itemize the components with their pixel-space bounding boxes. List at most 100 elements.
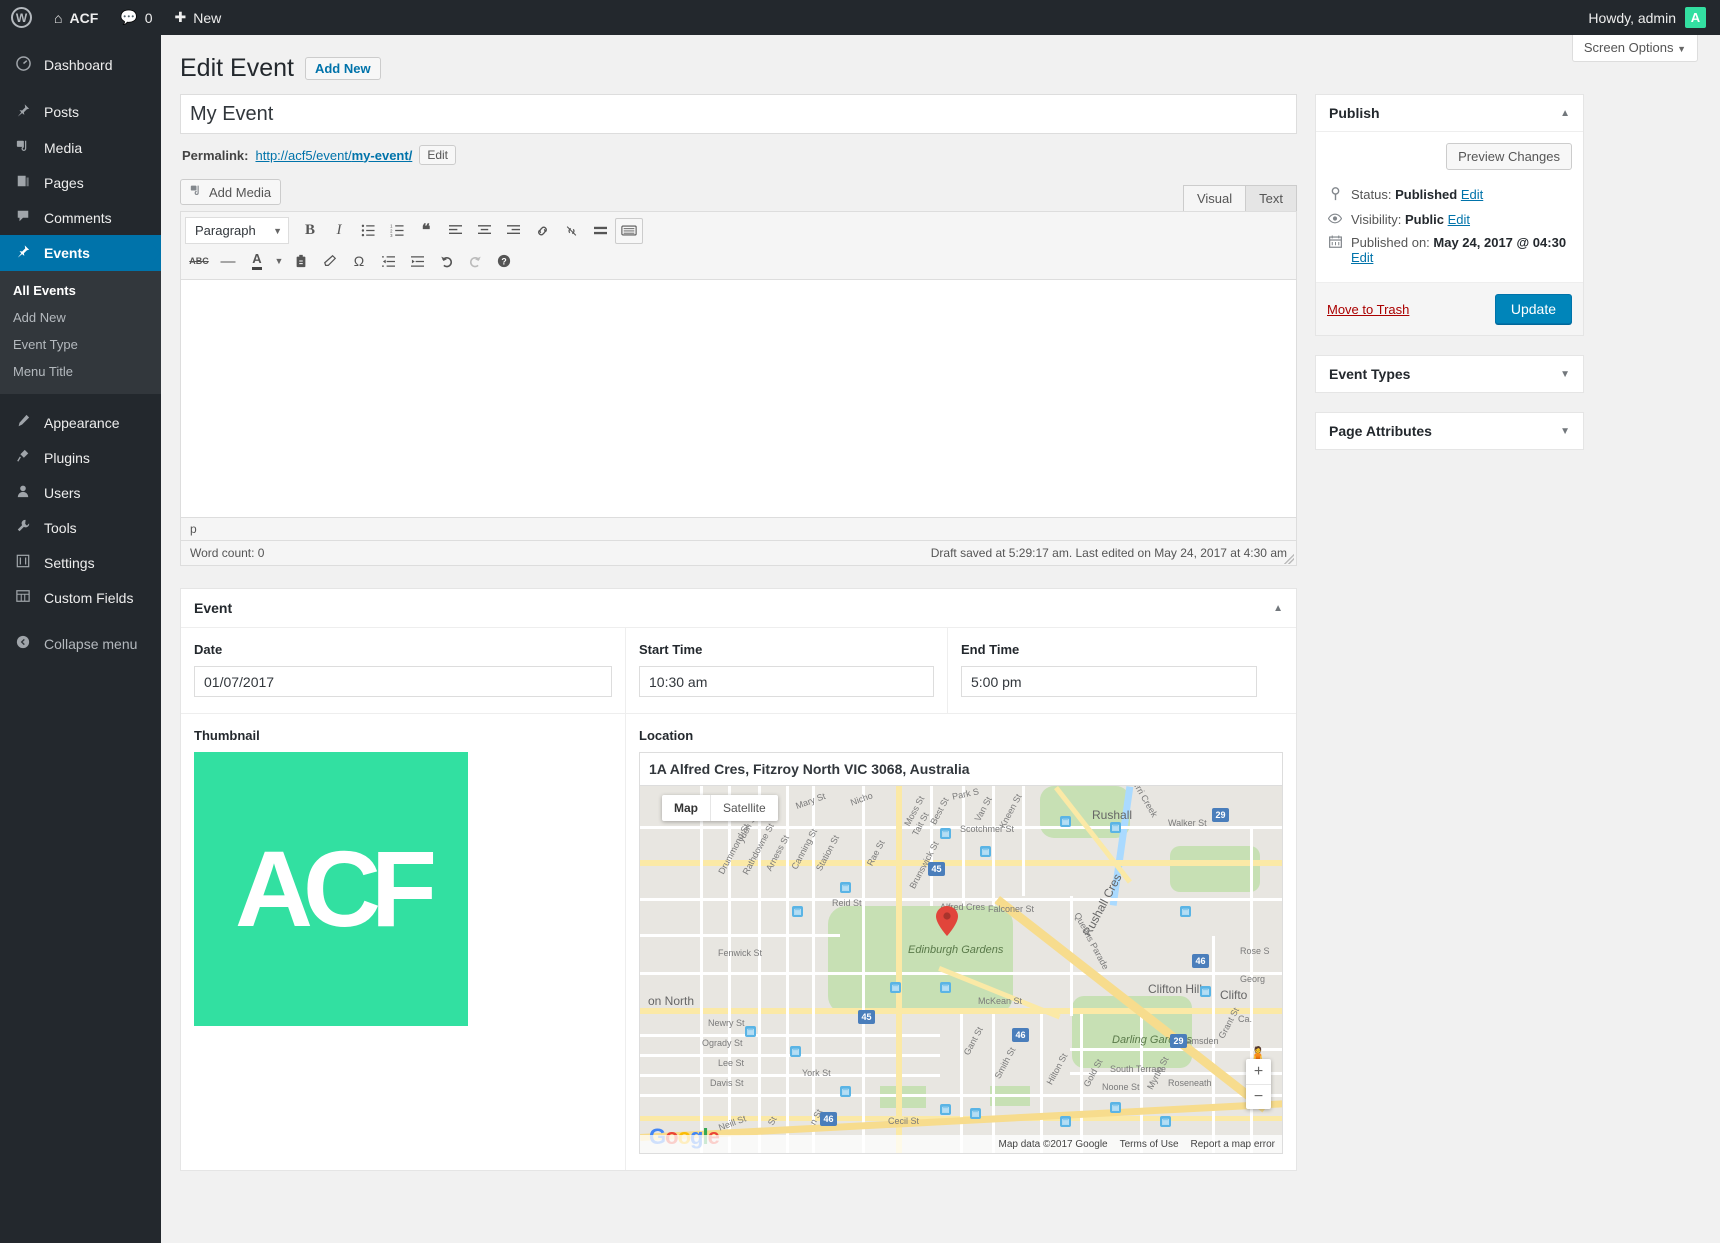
transit-station-icon: ▤: [1110, 822, 1121, 833]
tab-text[interactable]: Text: [1245, 185, 1297, 211]
event-metabox-header[interactable]: Event ▲: [181, 589, 1296, 628]
sidebar-item-custom-fields[interactable]: Custom Fields: [0, 580, 161, 615]
text-color-icon[interactable]: A: [243, 248, 271, 274]
status-edit-link[interactable]: Edit: [1461, 187, 1483, 202]
add-media-button[interactable]: Add Media: [180, 179, 281, 205]
help-icon[interactable]: ?: [490, 248, 518, 274]
indent-icon[interactable]: [403, 248, 431, 274]
italic-icon[interactable]: I: [325, 218, 353, 244]
editor-content-area[interactable]: [181, 280, 1296, 517]
map-type-control[interactable]: Map Satellite: [662, 795, 778, 821]
unlink-icon[interactable]: [557, 218, 585, 244]
strikethrough-icon[interactable]: ABC: [185, 248, 213, 274]
horizontal-rule-icon[interactable]: —: [214, 248, 242, 274]
update-button[interactable]: Update: [1495, 294, 1572, 324]
post-title-input[interactable]: [180, 94, 1297, 134]
new-content-menu[interactable]: ✚ New: [163, 0, 232, 35]
event-fields-row-2: Thumbnail ACF Location: [181, 714, 1296, 1170]
transit-station-icon: ▤: [1060, 1116, 1071, 1127]
read-more-icon[interactable]: [586, 218, 614, 244]
sidebar-item-pages[interactable]: Pages: [0, 165, 161, 200]
move-to-trash-link[interactable]: Move to Trash: [1327, 302, 1409, 317]
bulleted-list-icon[interactable]: [354, 218, 382, 244]
map-pin-icon[interactable]: [936, 906, 958, 936]
visibility-edit-link[interactable]: Edit: [1448, 212, 1470, 227]
comments-menu[interactable]: 💬 0: [109, 0, 163, 35]
sidebar-item-menu-title[interactable]: Menu Title: [0, 358, 161, 385]
special-character-icon[interactable]: Ω: [345, 248, 373, 274]
bold-icon[interactable]: B: [296, 218, 324, 244]
align-right-icon[interactable]: [499, 218, 527, 244]
comment-icon: 💬: [120, 9, 137, 26]
sidebar-item-plugins[interactable]: Plugins: [0, 440, 161, 475]
redo-icon[interactable]: [461, 248, 489, 274]
page-attributes-header[interactable]: Page Attributes ▼: [1316, 413, 1583, 449]
sidebar-item-tools[interactable]: Tools: [0, 510, 161, 545]
highway-shield: 29: [1212, 808, 1229, 822]
start-time-input[interactable]: [639, 666, 934, 697]
toolbar-toggle-icon[interactable]: [615, 218, 643, 244]
chevron-down-icon[interactable]: ▼: [272, 248, 286, 274]
publish-box-header[interactable]: Publish ▲: [1316, 95, 1583, 132]
sidebar-item-settings[interactable]: Settings: [0, 545, 161, 580]
date-input[interactable]: [194, 666, 612, 697]
undo-icon[interactable]: [432, 248, 460, 274]
chevron-up-icon[interactable]: ▲: [1273, 603, 1283, 614]
sidebar-item-dashboard[interactable]: Dashboard: [0, 47, 161, 83]
sidebar-item-comments[interactable]: Comments: [0, 200, 161, 235]
blockquote-icon[interactable]: ❝: [412, 218, 440, 244]
sidebar-item-media[interactable]: Media: [0, 130, 161, 165]
tab-visual[interactable]: Visual: [1183, 185, 1246, 211]
end-time-input[interactable]: [961, 666, 1257, 697]
wordpress-icon: [11, 7, 32, 28]
account-menu[interactable]: Howdy, admin A: [1588, 7, 1720, 28]
sidebar-item-add-new[interactable]: Add New: [0, 304, 161, 331]
svg-text:3: 3: [390, 233, 393, 237]
published-edit-link[interactable]: Edit: [1351, 250, 1373, 265]
collapse-menu-button[interactable]: Collapse menu: [0, 626, 161, 661]
chevron-down-icon[interactable]: ▼: [1560, 369, 1570, 380]
paste-as-text-icon[interactable]: [287, 248, 315, 274]
sidebar-item-events[interactable]: Events: [0, 235, 161, 271]
sidebar-item-users[interactable]: Users: [0, 475, 161, 510]
numbered-list-icon[interactable]: 123: [383, 218, 411, 244]
map-street-label: Rose S: [1240, 946, 1270, 956]
editor-resize-handle[interactable]: [1284, 554, 1294, 564]
chevron-down-icon[interactable]: ▼: [1560, 426, 1570, 437]
map-terms-link[interactable]: Terms of Use: [1120, 1139, 1179, 1150]
sidebar-item-all-events[interactable]: All Events: [0, 277, 161, 304]
thumbnail-image[interactable]: ACF: [194, 752, 468, 1026]
zoom-out-button[interactable]: −: [1246, 1084, 1271, 1109]
transit-station-icon: ▤: [790, 1046, 801, 1057]
google-map[interactable]: Mary StNichoPark SWalker StRushallMerri …: [639, 786, 1283, 1154]
sidebar-item-appearance[interactable]: Appearance: [0, 405, 161, 440]
map-report-link[interactable]: Report a map error: [1191, 1139, 1275, 1150]
chevron-up-icon[interactable]: ▲: [1560, 108, 1570, 119]
outdent-icon[interactable]: [374, 248, 402, 274]
map-street-label: Clifto: [1220, 988, 1247, 1002]
map-zoom-control[interactable]: + −: [1246, 1059, 1271, 1109]
preview-changes-button[interactable]: Preview Changes: [1446, 143, 1572, 170]
permalink-edit-button[interactable]: Edit: [419, 145, 456, 165]
pin-icon: [1327, 187, 1343, 204]
event-types-header[interactable]: Event Types ▼: [1316, 356, 1583, 392]
highway-shield: 29: [1170, 1034, 1187, 1048]
map-type-map[interactable]: Map: [662, 795, 710, 821]
sidebar-item-event-type[interactable]: Event Type: [0, 331, 161, 358]
screen-options-toggle[interactable]: Screen Options ▼: [1572, 35, 1698, 62]
link-icon[interactable]: [528, 218, 556, 244]
map-type-satellite[interactable]: Satellite: [710, 795, 778, 821]
location-input[interactable]: [639, 752, 1283, 786]
highway-shield: 46: [820, 1112, 837, 1126]
add-new-button[interactable]: Add New: [305, 57, 381, 80]
sidebar-item-posts[interactable]: Posts: [0, 94, 161, 130]
format-select[interactable]: Paragraph ▼: [185, 217, 289, 244]
site-name-menu[interactable]: ⌂ ACF: [43, 0, 109, 35]
wordpress-logo-menu[interactable]: [0, 0, 43, 35]
zoom-in-button[interactable]: +: [1246, 1059, 1271, 1084]
permalink-link[interactable]: http://acf5/event/my-event/: [255, 148, 412, 163]
align-center-icon[interactable]: [470, 218, 498, 244]
align-left-icon[interactable]: [441, 218, 469, 244]
clear-formatting-icon[interactable]: [316, 248, 344, 274]
screen-options-label: Screen Options: [1584, 40, 1674, 55]
